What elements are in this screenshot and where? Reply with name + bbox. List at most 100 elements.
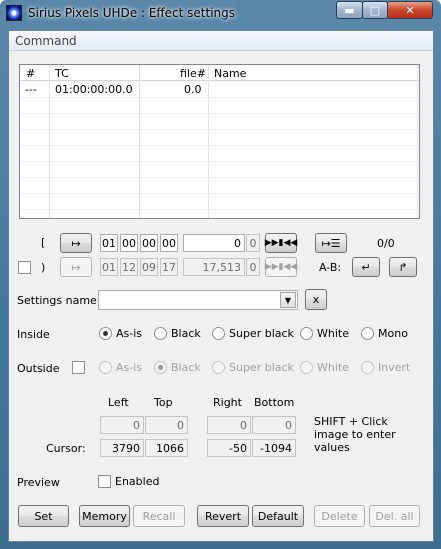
goto-in-button[interactable]: ↦ <box>60 233 92 253</box>
outside-black-radio <box>154 361 167 374</box>
in-tc-seconds[interactable]: 00 <box>140 234 158 252</box>
default-button[interactable]: Default <box>252 505 304 527</box>
preview-enabled-checkbox[interactable] <box>98 475 111 488</box>
row-tc: 01:00:00:00.0 <box>55 83 133 96</box>
in-tc-minutes[interactable]: 00 <box>120 234 138 252</box>
row-file: 0.0 <box>184 83 202 96</box>
skip-end-icon: ▶▶▮◀◀ <box>264 238 298 248</box>
maximize-button[interactable]: □ <box>362 1 388 19</box>
inside-white-radio[interactable] <box>300 327 313 340</box>
out-end-button[interactable]: ▶▶▮◀◀ <box>265 257 297 277</box>
delete-all-button[interactable]: Del. all <box>369 505 420 527</box>
right-field: 0 <box>207 416 251 434</box>
list-icon: ↦☰ <box>321 236 341 250</box>
out-frame-field: 17,513 <box>183 258 245 276</box>
col-num[interactable]: # <box>26 67 35 80</box>
settings-name-combo[interactable]: ▼ <box>98 290 298 310</box>
clear-settings-button[interactable]: x <box>305 289 327 310</box>
out-tc-hours: 01 <box>100 258 118 276</box>
in-tc-frames[interactable]: 00 <box>160 234 178 252</box>
outside-checkbox[interactable] <box>72 361 85 374</box>
row-divider <box>20 97 419 98</box>
inside-mono-label[interactable]: Mono <box>378 327 408 340</box>
inside-white-label[interactable]: White <box>317 327 349 340</box>
inside-superblack-label[interactable]: Super black <box>229 327 294 340</box>
outside-white-label: White <box>317 361 349 374</box>
out-tc-minutes: 12 <box>120 258 138 276</box>
hint-text: SHIFT + Click image to enter values <box>314 415 396 454</box>
in-frame-field[interactable]: 0 <box>183 234 245 252</box>
cursor-label: Cursor: <box>46 442 86 455</box>
outside-superblack-radio <box>212 361 225 374</box>
list-button[interactable]: ↦☰ <box>315 233 347 253</box>
inside-black-radio[interactable] <box>154 327 167 340</box>
out-field-field: 0 <box>246 258 260 276</box>
return-up-icon: ↱ <box>398 260 408 274</box>
out-tc-seconds: 09 <box>140 258 158 276</box>
col-divider <box>417 65 418 218</box>
outside-white-radio <box>300 361 313 374</box>
row-divider <box>20 129 419 130</box>
menu-command[interactable]: Command <box>15 34 77 48</box>
cursor-top-value: 1066 <box>145 439 188 457</box>
return-a-button[interactable]: ↵ <box>352 257 380 277</box>
return-icon: ↵ <box>361 260 371 274</box>
preview-enabled-label[interactable]: Enabled <box>115 475 159 488</box>
delete-button[interactable]: Delete <box>314 505 365 527</box>
out-bracket: ) <box>41 261 46 274</box>
window-title: Sirius Pixels UHDe : Effect settings <box>28 6 236 20</box>
menu-bar: Command <box>9 31 433 51</box>
inside-mono-radio[interactable] <box>361 327 374 340</box>
memory-button[interactable]: Memory <box>79 505 130 527</box>
end-button[interactable]: ▶▶▮◀◀ <box>265 233 297 253</box>
app-window: Sirius Pixels UHDe : Effect settings ▬ □… <box>0 0 441 549</box>
col-divider <box>208 65 209 218</box>
inside-black-label[interactable]: Black <box>171 327 201 340</box>
outside-asis-label: As-is <box>116 361 143 374</box>
inside-asis-label[interactable]: As-is <box>116 327 142 340</box>
outside-superblack-label: Super black <box>229 361 294 374</box>
title-bar[interactable]: Sirius Pixels UHDe : Effect settings ▬ □… <box>0 0 441 26</box>
col-name[interactable]: Name <box>214 67 246 80</box>
bottom-header: Bottom <box>254 396 295 409</box>
recall-button[interactable]: Recall <box>133 505 185 527</box>
goto-out-button[interactable]: ↦ <box>60 257 92 277</box>
row-divider <box>20 209 419 210</box>
cursor-bottom-value: -1094 <box>252 439 296 457</box>
left-field: 0 <box>100 416 144 434</box>
in-tc-hours[interactable]: 01 <box>100 234 118 252</box>
edit-list[interactable]: # TC file# Name --- 01:00:00:00.0 0.0 <box>19 64 420 219</box>
preview-label: Preview <box>17 476 60 489</box>
settings-name-label: Settings name <box>17 294 97 307</box>
out-checkbox[interactable] <box>18 261 31 274</box>
top-header: Top <box>154 396 173 409</box>
counter-label: 0/0 <box>377 237 395 250</box>
skip-end-icon: ▶▶▮◀◀ <box>264 262 298 272</box>
inside-superblack-radio[interactable] <box>212 327 225 340</box>
outside-label: Outside <box>17 362 60 375</box>
top-field: 0 <box>145 416 188 434</box>
right-header: Right <box>213 396 242 409</box>
inside-label: Inside <box>17 328 50 341</box>
out-tc-frames: 17 <box>160 258 178 276</box>
in-field-field: 0 <box>246 234 260 252</box>
revert-button[interactable]: Revert <box>197 505 249 527</box>
row-divider <box>20 113 419 114</box>
outside-invert-label: Invert <box>378 361 411 374</box>
list-header: # TC file# Name <box>20 65 419 81</box>
set-button[interactable]: Set <box>18 505 69 527</box>
row-divider <box>20 193 419 194</box>
minimize-button[interactable]: ▬ <box>336 1 363 19</box>
return-b-button[interactable]: ↱ <box>389 257 417 277</box>
row-divider <box>20 145 419 146</box>
close-icon: ✕ <box>405 3 415 17</box>
col-tc[interactable]: TC <box>55 67 69 80</box>
close-button[interactable]: ✕ <box>387 1 433 19</box>
dropdown-arrow-icon[interactable]: ▼ <box>280 292 296 308</box>
outside-invert-radio <box>361 361 374 374</box>
inside-asis-radio[interactable] <box>99 327 112 340</box>
col-file[interactable]: file# <box>180 67 206 80</box>
col-divider <box>139 65 140 218</box>
maximize-icon: □ <box>369 3 381 17</box>
ab-label: A-B: <box>319 261 342 274</box>
